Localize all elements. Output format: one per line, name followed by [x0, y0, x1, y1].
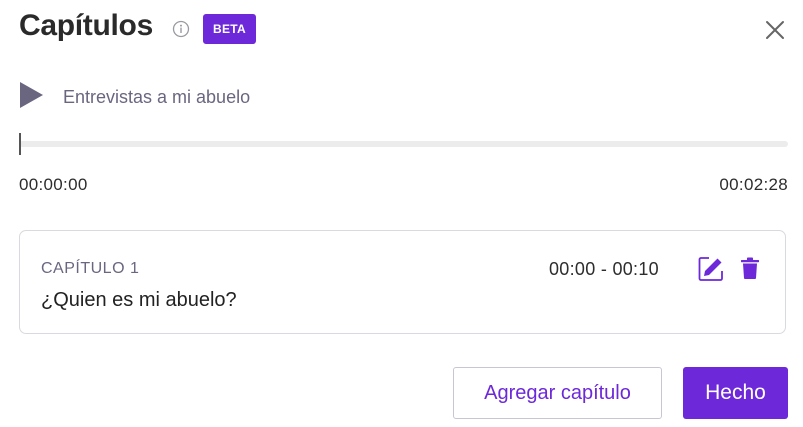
close-icon[interactable]	[763, 18, 787, 42]
chapter-title: ¿Quien es mi abuelo?	[41, 289, 237, 311]
play-icon[interactable]	[19, 82, 43, 108]
beta-badge: BETA	[203, 14, 256, 44]
chapter-number-label: CAPÍTULO 1	[41, 260, 140, 277]
done-button[interactable]: Hecho	[683, 367, 788, 419]
info-circle-icon[interactable]	[172, 20, 190, 38]
current-time: 00:00:00	[19, 175, 88, 194]
chapter-card: CAPÍTULO 1 ¿Quien es mi abuelo? 00:00 - …	[19, 230, 786, 334]
playhead-handle[interactable]	[19, 133, 21, 155]
add-chapter-button[interactable]: Agregar capítulo	[453, 367, 662, 419]
total-time: 00:02:28	[719, 175, 788, 194]
dialog-title: Capítulos	[19, 9, 153, 42]
edit-icon[interactable]	[698, 256, 724, 282]
trash-icon[interactable]	[740, 257, 760, 279]
track-title: Entrevistas a mi abuelo	[63, 87, 251, 107]
chapter-time-range: 00:00 - 00:10	[549, 259, 659, 279]
progress-track[interactable]	[19, 141, 788, 147]
